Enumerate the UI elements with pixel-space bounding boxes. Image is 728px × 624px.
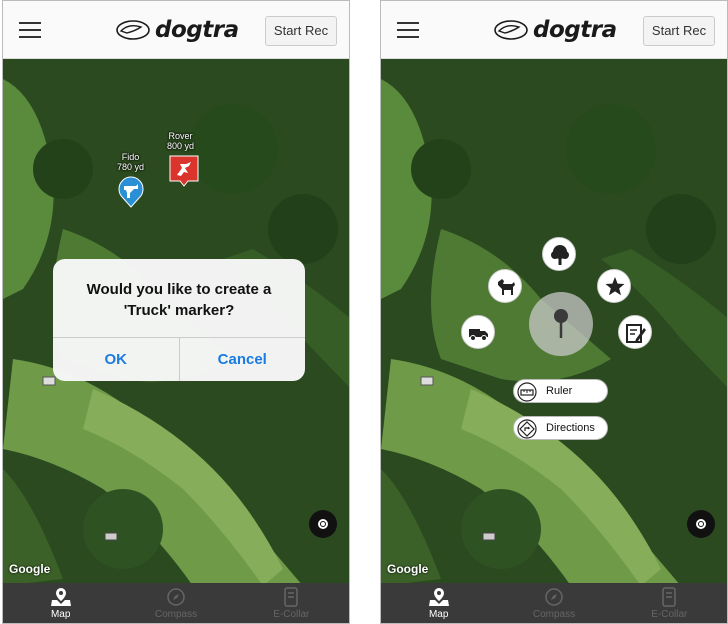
phone-screen-right: dogtra Start Rec Ruler Directions Google…: [380, 0, 728, 624]
star-icon: [605, 277, 625, 296]
e-collar-icon: [662, 587, 677, 607]
tab-bar: Map Compass E-Collar: [3, 583, 349, 623]
tab-compass[interactable]: Compass: [496, 583, 611, 623]
app-header: dogtra Start Rec: [381, 1, 727, 59]
menu-icon[interactable]: [397, 22, 419, 38]
start-rec-button[interactable]: Start Rec: [265, 16, 337, 46]
dog-icon: [498, 279, 515, 295]
map-attribution: Google: [9, 562, 51, 576]
ruler-button[interactable]: Ruler: [513, 379, 608, 403]
tab-label: Map: [50, 609, 71, 620]
truck-marker-button[interactable]: [461, 315, 495, 349]
my-location-button[interactable]: [687, 510, 715, 538]
note-icon: [626, 324, 646, 343]
dogtra-logo-icon: [116, 20, 150, 40]
tab-e-collar[interactable]: E-Collar: [234, 583, 349, 623]
location-pin-icon: [554, 309, 568, 338]
truck-icon: [469, 329, 488, 341]
dogtra-logo-icon: [494, 20, 528, 40]
map-pin-icon: [428, 588, 449, 606]
directions-icon: [517, 419, 537, 439]
dog-label-fido: Fido 780 yd: [117, 152, 144, 172]
satellite-map[interactable]: Fido 780 yd Rover 800 yd Would you like …: [3, 59, 349, 586]
tab-label: E-Collar: [273, 609, 310, 620]
dog-name: Rover: [168, 131, 193, 141]
dog-marker-fido[interactable]: [116, 176, 146, 208]
dialog-message: Would you like to create a 'Truck' marke…: [86, 281, 272, 319]
tab-e-collar[interactable]: E-Collar: [612, 583, 727, 623]
logo-text: dogtra: [533, 17, 617, 43]
ok-button[interactable]: OK: [53, 338, 179, 381]
directions-button[interactable]: Directions: [513, 416, 608, 440]
logo-text: dogtra: [155, 17, 239, 43]
e-collar-icon: [284, 587, 299, 607]
tree-icon: [551, 245, 569, 265]
compass-icon: [545, 588, 563, 606]
tab-compass[interactable]: Compass: [118, 583, 233, 623]
create-marker-dialog: Would you like to create a 'Truck' marke…: [53, 259, 305, 381]
dog-label-rover: Rover 800 yd: [167, 131, 194, 151]
tab-bar: Map Compass E-Collar: [381, 583, 727, 623]
note-marker-button[interactable]: [618, 315, 652, 349]
star-marker-button[interactable]: [597, 269, 631, 303]
tree-marker-button[interactable]: [542, 237, 576, 271]
dialog-buttons: OK Cancel: [53, 337, 305, 381]
compass-icon: [167, 588, 185, 606]
my-location-button[interactable]: [309, 510, 337, 538]
ruler-label: Ruler: [546, 385, 573, 397]
tab-label: Compass: [154, 609, 198, 620]
app-logo: dogtra: [115, 15, 239, 45]
tab-map[interactable]: Map: [381, 583, 496, 623]
map-pin-icon: [50, 588, 71, 606]
map-attribution: Google: [387, 562, 429, 576]
tab-label: Map: [428, 609, 449, 620]
app-logo: dogtra: [493, 15, 617, 45]
tab-label: Compass: [532, 609, 576, 620]
tab-map[interactable]: Map: [3, 583, 118, 623]
dog-distance: 800 yd: [167, 141, 195, 151]
cancel-button[interactable]: Cancel: [178, 338, 306, 381]
phone-screen-left: dogtra Start Rec Fido 780 yd Rover 800 y…: [2, 0, 350, 624]
selected-location-marker[interactable]: [529, 292, 593, 356]
satellite-map[interactable]: Ruler Directions Google: [381, 59, 727, 586]
dog-name: Fido: [121, 152, 140, 162]
tab-label: E-Collar: [651, 609, 688, 620]
app-header: dogtra Start Rec: [3, 1, 349, 59]
dog-pin-icon: [118, 176, 144, 208]
ruler-icon: [517, 382, 537, 402]
directions-label: Directions: [546, 422, 595, 434]
dog-running-icon: [169, 155, 199, 187]
dog-marker-button[interactable]: [488, 269, 522, 303]
dog-distance: 780 yd: [117, 162, 145, 172]
dog-marker-rover[interactable]: [169, 155, 199, 187]
menu-icon[interactable]: [19, 22, 41, 38]
start-rec-button[interactable]: Start Rec: [643, 16, 715, 46]
